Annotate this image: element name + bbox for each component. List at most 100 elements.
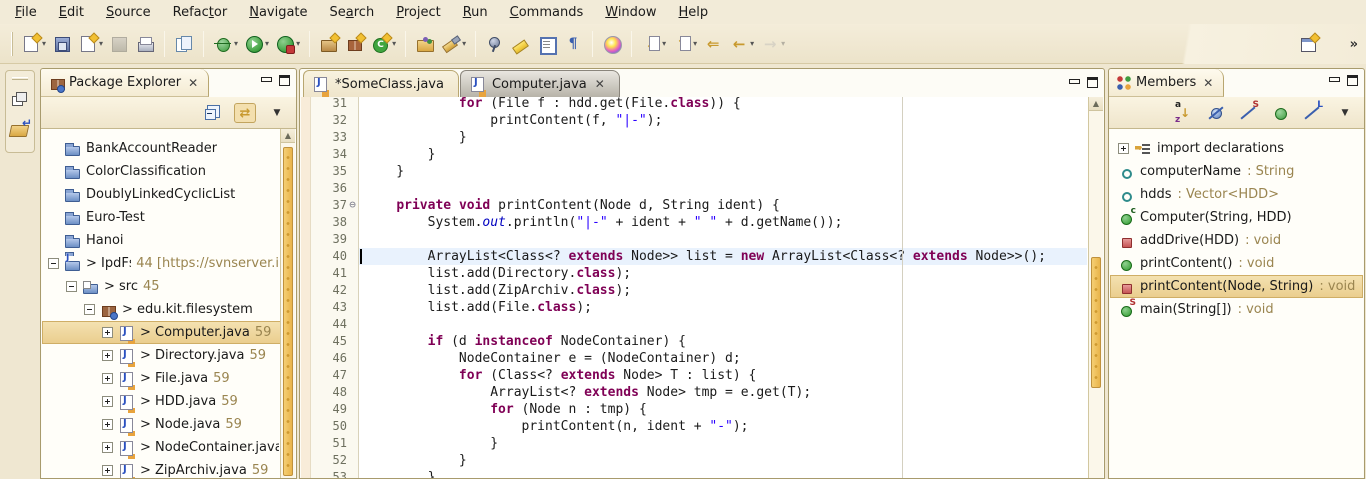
new-java-project-button[interactable] (317, 31, 341, 57)
code-line-40[interactable]: 40 ArrayList<Class<? extends Node>> list… (311, 248, 1087, 265)
member-item[interactable]: cComputer(String, HDD) (1110, 206, 1363, 229)
new-class-button[interactable]: ▾ (369, 31, 398, 57)
new-package-button[interactable] (343, 31, 367, 57)
code-line-53[interactable]: 53 } (311, 469, 1087, 478)
menu-commands[interactable]: Commands (499, 2, 595, 23)
scrollbar-thumb[interactable] (283, 147, 293, 476)
member-item[interactable]: hdds : Vector<HDD> (1110, 183, 1363, 206)
code-editor[interactable]: 31 for (File f : hdd.get(File.class)) { 3… (301, 97, 1103, 478)
menu-run[interactable]: Run (452, 2, 499, 23)
menu-project[interactable]: Project (385, 2, 452, 23)
tree-item[interactable]: > src45 (42, 275, 295, 298)
back-button[interactable]: ←▾ (727, 31, 756, 57)
show-whitespace-button[interactable]: ¶ (561, 31, 585, 57)
search-button[interactable]: ▾ (439, 31, 468, 57)
next-annotation-button[interactable]: ↓▾ (639, 31, 668, 57)
member-item[interactable]: Smain(String[]) : void (1110, 298, 1363, 321)
collapse-all-button[interactable] (202, 103, 224, 123)
link-with-editor-button[interactable]: ⇄ (234, 103, 256, 123)
tree-item[interactable]: ColorClassification (42, 160, 295, 183)
collapse-icon[interactable] (84, 304, 95, 315)
code-line-36[interactable]: 36 (311, 180, 1087, 197)
hide-local-types-button[interactable] (1302, 103, 1324, 123)
collapse-icon[interactable] (66, 281, 77, 292)
tree-item[interactable]: Euro-Test (42, 206, 295, 229)
show-public-button[interactable] (1270, 103, 1292, 123)
expand-icon[interactable] (1118, 143, 1129, 154)
code-line-35[interactable]: 35 } (311, 163, 1087, 180)
package-explorer-scrollbar[interactable]: ▲ (280, 129, 295, 478)
close-icon[interactable]: ✕ (1203, 76, 1213, 90)
code-line-49[interactable]: 49 for (Node n : tmp) { (311, 401, 1087, 418)
code-line-39[interactable]: 39 (311, 231, 1087, 248)
view-menu-button[interactable]: ▼ (1334, 103, 1356, 123)
run-button[interactable]: ▾ (242, 31, 271, 57)
editor-tab-computerjava[interactable]: Computer.java✕ (460, 70, 620, 97)
highlight-button[interactable] (509, 31, 533, 57)
code-line-52[interactable]: 52 } (311, 452, 1087, 469)
minimize-button[interactable] (260, 75, 271, 86)
code-line-51[interactable]: 51 } (311, 435, 1087, 452)
code-line-44[interactable]: 44 (311, 316, 1087, 333)
member-item[interactable]: printContent(Node, String) : void (1110, 275, 1363, 298)
chevron-down-icon[interactable]: ▾ (693, 39, 697, 48)
minimize-button[interactable] (1328, 75, 1339, 86)
menu-window[interactable]: Window (594, 2, 667, 23)
menu-search[interactable]: Search (319, 2, 386, 23)
expand-icon[interactable] (102, 442, 113, 453)
chevron-down-icon[interactable]: ▾ (781, 39, 785, 48)
expand-icon[interactable] (102, 465, 113, 476)
editor-tab-someclassjava[interactable]: *SomeClass.java (303, 70, 459, 97)
new-wizard-button[interactable]: ▾ (19, 31, 48, 57)
code-line-43[interactable]: 43 list.add(File.class); (311, 299, 1087, 316)
chevron-down-icon[interactable]: ▾ (265, 39, 269, 48)
open-folder-icon[interactable] (8, 116, 32, 140)
hide-fields-button[interactable] (1206, 103, 1228, 123)
hide-static-button[interactable] (1238, 103, 1260, 123)
sort-button[interactable]: ↓ (1174, 103, 1196, 123)
code-line-31[interactable]: 31 for (File f : hdd.get(File.class)) { (311, 97, 1087, 112)
copy-pages-button[interactable] (172, 31, 196, 57)
scroll-up-arrow[interactable]: ▲ (281, 129, 295, 143)
restore-views-icon[interactable] (8, 88, 32, 112)
code-line-38[interactable]: 38 System.out.println("|-" + ident + " "… (311, 214, 1087, 231)
code-line-33[interactable]: 33 } (311, 129, 1087, 146)
close-icon[interactable]: ✕ (188, 76, 198, 90)
last-edit-location-button[interactable]: ⇐ (701, 31, 725, 57)
menu-help[interactable]: Help (668, 2, 720, 23)
menu-edit[interactable]: Edit (48, 2, 95, 23)
member-item[interactable]: import declarations (1110, 137, 1363, 160)
code-line-50[interactable]: 50 printContent(n, ident + "-"); (311, 418, 1087, 435)
occurrences-button[interactable] (483, 31, 507, 57)
tree-item[interactable]: BankAccountReader (42, 137, 295, 160)
collapse-icon[interactable] (48, 258, 59, 269)
show-selected-element-button[interactable] (535, 31, 559, 57)
chevron-down-icon[interactable]: ▾ (42, 39, 46, 48)
tree-item[interactable]: DoublyLinkedCyclicList (42, 183, 295, 206)
color-ball-button[interactable] (600, 31, 624, 57)
tree-item[interactable]: Hanoi (42, 229, 295, 252)
close-icon[interactable]: ✕ (595, 77, 605, 91)
code-line-45[interactable]: 45 if (d instanceof NodeContainer) { (311, 333, 1087, 350)
member-item[interactable]: addDrive(HDD) : void (1110, 229, 1363, 252)
expand-icon[interactable] (102, 396, 113, 407)
members-tab[interactable]: Members ✕ (1109, 69, 1224, 97)
scrollbar-thumb[interactable] (1091, 257, 1101, 388)
tree-item[interactable]: > HDD.java59 (42, 390, 295, 413)
run-last-button[interactable]: ▾ (273, 31, 302, 57)
save-as-button[interactable] (50, 31, 74, 57)
toolbar-overflow-chevron[interactable]: » (1350, 37, 1358, 52)
new-file-button[interactable]: ▾ (76, 31, 105, 57)
tree-item[interactable]: > edu.kit.filesystem (42, 298, 295, 321)
chevron-down-icon[interactable]: ▾ (234, 39, 238, 48)
menu-navigate[interactable]: Navigate (238, 2, 318, 23)
print-button[interactable] (133, 31, 157, 57)
code-line-37[interactable]: 37⊖ private void printContent(Node d, St… (311, 197, 1087, 214)
code-line-41[interactable]: 41 list.add(Directory.class); (311, 265, 1087, 282)
code-line-42[interactable]: 42 list.add(ZipArchiv.class); (311, 282, 1087, 299)
tree-item[interactable]: > ZipArchiv.java59 (42, 459, 295, 478)
chevron-down-icon[interactable]: ▾ (392, 39, 396, 48)
chevron-down-icon[interactable]: ▾ (750, 39, 754, 48)
expand-icon[interactable] (102, 373, 113, 384)
code-line-34[interactable]: 34 } (311, 146, 1087, 163)
